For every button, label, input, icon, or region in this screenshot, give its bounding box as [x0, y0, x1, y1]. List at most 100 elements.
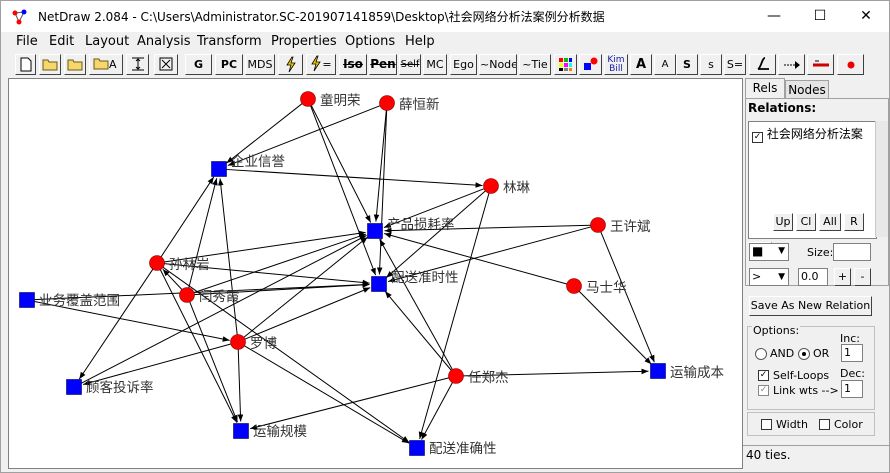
tie-孙林岩-企业信誉[interactable]: [160, 176, 215, 258]
menu-help[interactable]: Help: [405, 34, 435, 49]
open-attributes-button[interactable]: A: [89, 54, 123, 75]
actor-node[interactable]: 孙林岩: [149, 255, 210, 274]
actor-node[interactable]: 林琳: [483, 178, 531, 197]
close-button[interactable]: ✕: [843, 1, 889, 32]
tie-罗博-配送准时性[interactable]: [244, 287, 371, 340]
rel-clear-button[interactable]: Cl: [796, 213, 816, 231]
threshold-plus-button[interactable]: +: [834, 268, 851, 286]
minimize-button[interactable]: —: [751, 1, 797, 32]
risk-node-square[interactable]: [233, 423, 249, 439]
risk-node-square[interactable]: [367, 223, 383, 239]
menu-transform[interactable]: Transform: [197, 34, 262, 49]
risk-node-square[interactable]: [650, 363, 666, 379]
lightning-equal-button[interactable]: =: [306, 54, 336, 75]
not-tie-button[interactable]: ~Tie: [519, 54, 551, 75]
rel-r-button[interactable]: R: [844, 213, 864, 231]
tie-color-select[interactable]: ■ ▼: [749, 243, 789, 261]
risk-node-square[interactable]: [211, 161, 227, 177]
actor-node-circle[interactable]: [179, 287, 195, 303]
rel-up-button[interactable]: Up: [773, 213, 793, 231]
risk-node[interactable]: 顾客投诉率: [66, 379, 154, 396]
label-size-up-button[interactable]: A: [630, 54, 652, 75]
tab-rels[interactable]: Rels: [745, 78, 785, 98]
tie-闫秀霞-产品损耗率[interactable]: [193, 233, 367, 294]
menu-file[interactable]: File: [16, 34, 38, 49]
tie-任郑杰-产品损耗率[interactable]: [379, 239, 454, 371]
risk-node[interactable]: 产品损耗率: [367, 216, 455, 239]
color-checkbox[interactable]: [819, 419, 830, 430]
tie-顾客投诉率-产品损耗率[interactable]: [79, 234, 367, 385]
node-shape-button[interactable]: [579, 54, 602, 75]
and-radio[interactable]: [755, 348, 767, 360]
maximize-button[interactable]: ☐: [797, 1, 843, 32]
size-input[interactable]: [833, 243, 871, 261]
tie-罗博-产品损耗率[interactable]: [243, 236, 368, 338]
tie-任郑杰-运输规模[interactable]: [250, 377, 450, 430]
risk-node[interactable]: 配送准时性: [371, 270, 459, 292]
lightning-button[interactable]: [278, 54, 303, 75]
ego-button[interactable]: Ego: [450, 54, 477, 75]
dec-input[interactable]: 1: [841, 380, 863, 398]
width-checkbox[interactable]: [761, 419, 772, 430]
actor-node-circle[interactable]: [448, 368, 464, 384]
actor-node-circle[interactable]: [230, 334, 246, 350]
kim-bill-button[interactable]: Kim Bill: [604, 54, 628, 75]
tie-企业信誉-林琳[interactable]: [225, 168, 483, 188]
tie-林琳-配送准时性[interactable]: [385, 190, 487, 279]
mds-layout-button[interactable]: MDS: [245, 54, 275, 75]
tie-罗博-顾客投诉率[interactable]: [83, 343, 232, 386]
menu-properties[interactable]: Properties: [271, 34, 337, 49]
network-canvas[interactable]: 童明荣 薛恒新 企业信誉 林琳 产品损耗率 王许斌 孙林岩 配送准时性 马士华 业务覆盖范围 闫秀霞…: [8, 78, 743, 469]
save-as-new-relation-button[interactable]: Save As New Relation: [749, 296, 872, 316]
fit-button[interactable]: [154, 54, 178, 75]
menu-analysis[interactable]: Analysis: [137, 34, 191, 49]
actor-node[interactable]: 童明荣: [300, 91, 361, 110]
tie-闫秀霞-运输规模[interactable]: [189, 301, 238, 423]
tab-nodes[interactable]: Nodes: [785, 80, 829, 98]
line-style-button[interactable]: [807, 54, 834, 75]
risk-node-square[interactable]: [66, 379, 82, 395]
tie-王许斌-运输成本[interactable]: [600, 231, 655, 363]
inc-input[interactable]: 1: [841, 344, 863, 362]
g-layout-button[interactable]: G: [185, 54, 212, 75]
tie-style-button[interactable]: [749, 54, 776, 75]
tie-孙林岩-顾客投诉率[interactable]: [78, 268, 154, 380]
open-data-button[interactable]: [64, 54, 86, 75]
isolates-button[interactable]: Iso: [339, 54, 367, 75]
node-size-equal-button[interactable]: S=: [724, 54, 746, 75]
pc-layout-button[interactable]: PC: [215, 54, 243, 75]
menu-layout[interactable]: Layout: [85, 34, 129, 49]
mc-button[interactable]: MC: [423, 54, 447, 75]
tie-任郑杰-配送准时性[interactable]: [384, 290, 452, 371]
menu-edit[interactable]: Edit: [49, 34, 74, 49]
tie-童明荣-产品损耗率[interactable]: [310, 105, 372, 223]
risk-node[interactable]: 业务覆盖范围: [19, 292, 121, 310]
actor-node-circle[interactable]: [379, 95, 395, 111]
actor-node-circle[interactable]: [483, 178, 499, 194]
node-color-button[interactable]: [554, 54, 577, 75]
pendants-button[interactable]: Pen: [369, 54, 397, 75]
comparison-select[interactable]: > ▼: [749, 268, 789, 286]
actor-node[interactable]: 王许斌: [590, 217, 651, 236]
not-node-button[interactable]: ~Node: [479, 54, 517, 75]
rel-all-button[interactable]: All: [819, 213, 841, 231]
network-graph[interactable]: 童明荣 薛恒新企业信誉林琳产品损耗率 王许斌孙林岩配送准时性马士华业务覆盖范围 闫秀霞…: [9, 79, 742, 468]
risk-node[interactable]: 企业信誉: [211, 153, 286, 177]
risk-node-square[interactable]: [19, 292, 35, 308]
risk-node[interactable]: 配送准确性: [409, 440, 497, 458]
actor-node[interactable]: 罗博: [230, 334, 278, 353]
tie-任郑杰-配送准确性[interactable]: [421, 381, 454, 440]
actor-node-circle[interactable]: [566, 278, 582, 294]
open-button[interactable]: [39, 54, 61, 75]
self-loops-checkbox[interactable]: ✓: [758, 370, 769, 381]
relations-scrollbar[interactable]: [875, 121, 888, 237]
resize-button[interactable]: [126, 54, 149, 75]
menu-options[interactable]: Options: [345, 34, 395, 49]
or-radio[interactable]: [798, 348, 810, 360]
risk-node[interactable]: 运输成本: [650, 363, 725, 382]
self-loops-button[interactable]: Self: [399, 54, 421, 75]
arrow-button[interactable]: [778, 54, 805, 75]
node-size-up-button[interactable]: S: [676, 54, 698, 75]
link-weights-checkbox[interactable]: ✓: [758, 385, 769, 396]
actor-node-circle[interactable]: [149, 255, 165, 271]
